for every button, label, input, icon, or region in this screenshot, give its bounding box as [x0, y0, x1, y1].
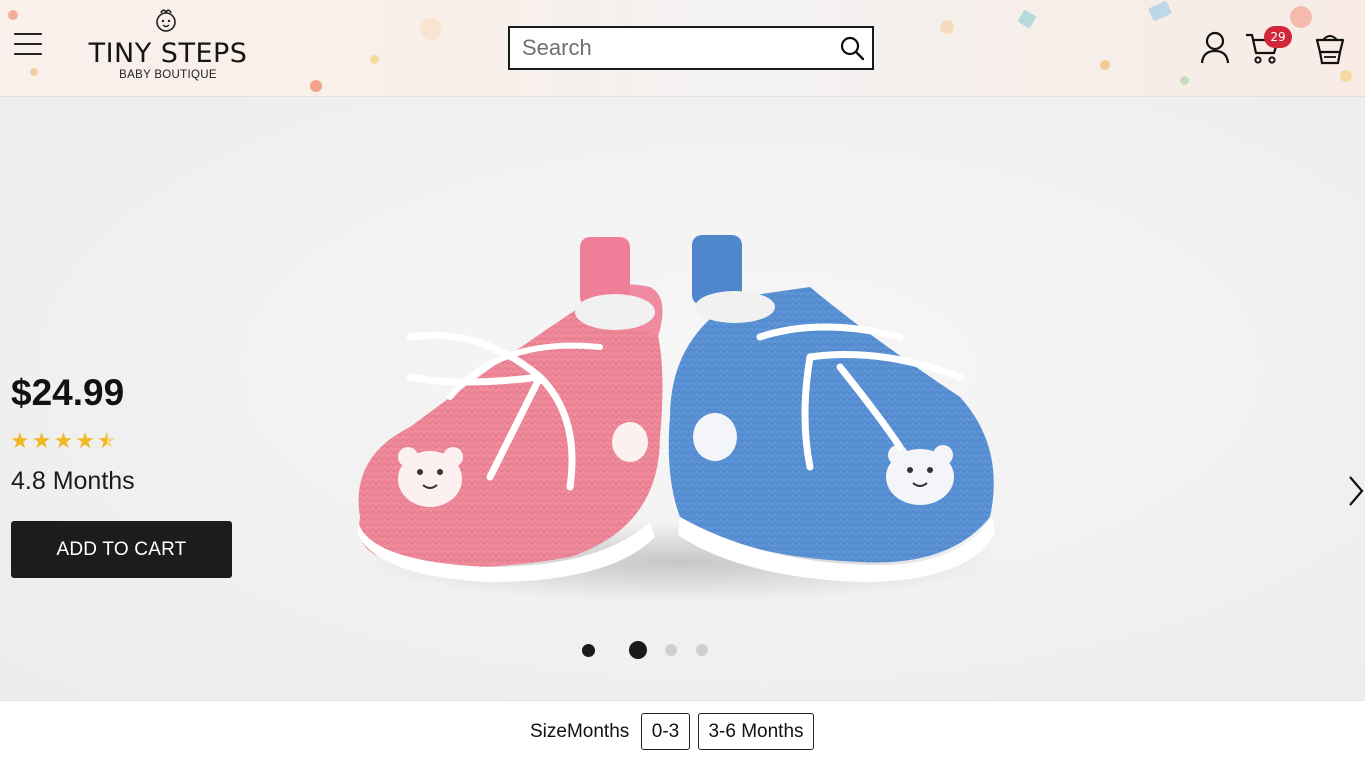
- confetti-decoration: [1340, 70, 1352, 82]
- search-input[interactable]: [510, 28, 832, 68]
- confetti-decoration: [1180, 76, 1189, 85]
- size-option-0-3[interactable]: 0-3: [641, 713, 690, 750]
- search-icon: [840, 36, 865, 61]
- product-hero: [0, 97, 1365, 700]
- carousel-dot[interactable]: [665, 644, 677, 656]
- search-button[interactable]: [832, 28, 872, 68]
- confetti-decoration: [1100, 60, 1110, 70]
- confetti-decoration: [1290, 6, 1312, 28]
- carousel-dot[interactable]: [696, 644, 708, 656]
- add-to-cart-button[interactable]: ADD TO CART: [11, 521, 232, 578]
- basket-button[interactable]: [1312, 30, 1348, 66]
- baby-face-icon: [156, 9, 176, 32]
- brand-tagline: BABY BOUTIQUE: [119, 69, 217, 81]
- confetti-decoration: [310, 80, 322, 92]
- star-icon: ★: [53, 429, 74, 454]
- product-image: [358, 235, 1000, 602]
- cart-count-badge: 29: [1264, 26, 1292, 48]
- confetti-decoration: [8, 10, 18, 20]
- product-price: $24.99: [11, 372, 125, 413]
- brand-logo[interactable]: TINY STEPS BABY BOUTIQUE: [88, 6, 248, 86]
- size-option-3-6[interactable]: 3-6 Months: [698, 713, 814, 750]
- confetti-decoration: [1147, 0, 1173, 22]
- carousel-dot[interactable]: [582, 644, 595, 657]
- rating-stars: ★ ★ ★ ★ ★: [10, 430, 117, 454]
- menu-icon: [14, 33, 42, 35]
- menu-button[interactable]: [14, 33, 42, 59]
- size-label: SizeMonths: [530, 721, 630, 742]
- site-header: TINY STEPS BABY BOUTIQUE 29: [0, 0, 1365, 97]
- brand-name: TINY STEPS: [88, 38, 248, 69]
- user-icon: [1200, 31, 1230, 64]
- star-icon: ★: [75, 429, 95, 454]
- confetti-decoration: [940, 20, 954, 34]
- shopping-basket-icon: [1315, 35, 1345, 65]
- chevron-right-icon: [1349, 476, 1364, 506]
- confetti-decoration: [420, 18, 442, 40]
- carousel-dot-active[interactable]: [629, 641, 647, 659]
- rating-text: 4.8 Months: [11, 467, 135, 495]
- star-icon: ★: [31, 429, 52, 454]
- confetti-decoration: [370, 55, 379, 64]
- confetti-decoration: [30, 68, 38, 76]
- size-selector: SizeMonths 0-3 3-6 Months: [0, 700, 1365, 768]
- star-icon: ★: [10, 429, 30, 454]
- half-star-icon: ★: [96, 429, 117, 454]
- account-button[interactable]: [1199, 30, 1231, 64]
- confetti-decoration: [1017, 9, 1037, 29]
- carousel-next-button[interactable]: [1346, 473, 1365, 509]
- search-bar: [508, 26, 874, 70]
